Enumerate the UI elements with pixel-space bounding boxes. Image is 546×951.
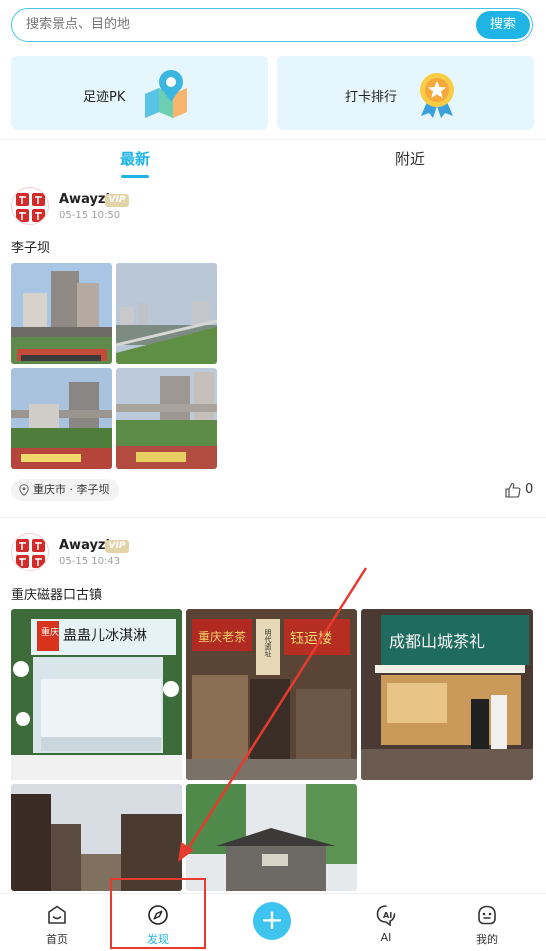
- checkin-rank-card[interactable]: 打卡排行: [277, 56, 534, 130]
- annotation-highlight-box: [110, 878, 206, 949]
- like-button[interactable]: 0: [505, 481, 537, 499]
- vip-badge: VIP: [105, 540, 129, 553]
- svg-text:AI: AI: [383, 911, 392, 920]
- post-photo[interactable]: [116, 368, 217, 469]
- search-button[interactable]: 搜索: [476, 11, 530, 39]
- sign-chongqing: 重庆: [41, 626, 59, 638]
- post-text: 李子坝: [11, 241, 51, 256]
- post-photo[interactable]: [116, 263, 217, 364]
- profile-icon: [478, 905, 496, 925]
- nav-home-label: 首页: [46, 933, 68, 946]
- map-pin-icon: [145, 70, 187, 118]
- plus-icon: +: [260, 903, 284, 936]
- nav-home[interactable]: 首页: [17, 894, 97, 951]
- avatar-seal-image: [16, 539, 45, 568]
- vip-badge: VIP: [105, 194, 129, 207]
- tab-active-indicator: [121, 175, 149, 178]
- post-photo[interactable]: 重庆 蛊蛊儿冰淇淋: [11, 609, 182, 780]
- avatar-seal-image: [16, 193, 45, 222]
- section-divider: [0, 139, 546, 140]
- post-photo[interactable]: [186, 784, 357, 891]
- tab-nearby[interactable]: 附近: [395, 148, 425, 169]
- like-count: 0: [525, 482, 534, 497]
- bottom-nav-bar: 首页 发现 + AI AI 我的: [0, 893, 546, 951]
- search-input[interactable]: [26, 9, 466, 40]
- post-username[interactable]: Awayzi: [59, 192, 110, 207]
- footprint-pk-label: 足迹PK: [83, 90, 126, 105]
- nav-ai[interactable]: AI AI: [346, 894, 426, 951]
- home-icon: [48, 905, 66, 924]
- post-username[interactable]: Awayzi: [59, 538, 110, 553]
- thumbs-up-icon: [505, 482, 521, 498]
- post-photo[interactable]: 成都山城茶礼: [361, 609, 533, 780]
- avatar[interactable]: [11, 187, 49, 225]
- post-photo[interactable]: [11, 263, 112, 364]
- nav-mine[interactable]: 我的: [447, 894, 527, 951]
- nav-mine-label: 我的: [476, 933, 498, 946]
- post-divider: [0, 517, 546, 518]
- ai-icon: AI: [376, 905, 396, 926]
- avatar[interactable]: [11, 533, 49, 571]
- post-time: 05-15 10:43: [59, 556, 121, 567]
- sign-icecream: 蛊蛊儿冰淇淋: [63, 628, 147, 644]
- location-tag[interactable]: 重庆市 · 李子坝: [11, 479, 119, 501]
- search-bar[interactable]: 搜索: [11, 8, 533, 42]
- sign-tea-shop: 成都山城茶礼: [389, 632, 485, 651]
- add-post-button[interactable]: +: [253, 902, 291, 940]
- nav-ai-label: AI: [380, 931, 392, 944]
- sign-ming-site: 明代遗址: [264, 629, 272, 657]
- footprint-pk-card[interactable]: 足迹PK: [11, 56, 268, 130]
- location-text: 重庆市 · 李子坝: [33, 483, 110, 496]
- location-pin-icon: [19, 484, 29, 496]
- post-time: 05-15 10:50: [59, 210, 121, 221]
- post-photo[interactable]: [11, 368, 112, 469]
- sign-yuyun-tower: 钰运楼: [290, 631, 332, 647]
- post-photo[interactable]: [11, 784, 182, 891]
- post-text: 重庆磁器口古镇: [11, 588, 103, 603]
- post-photo[interactable]: 重庆老茶 明代遗址 钰运楼: [186, 609, 357, 780]
- medal-icon: [420, 73, 454, 118]
- checkin-rank-label: 打卡排行: [345, 90, 398, 105]
- sign-old-tea: 重庆老茶: [198, 629, 246, 644]
- tab-latest[interactable]: 最新: [120, 148, 150, 169]
